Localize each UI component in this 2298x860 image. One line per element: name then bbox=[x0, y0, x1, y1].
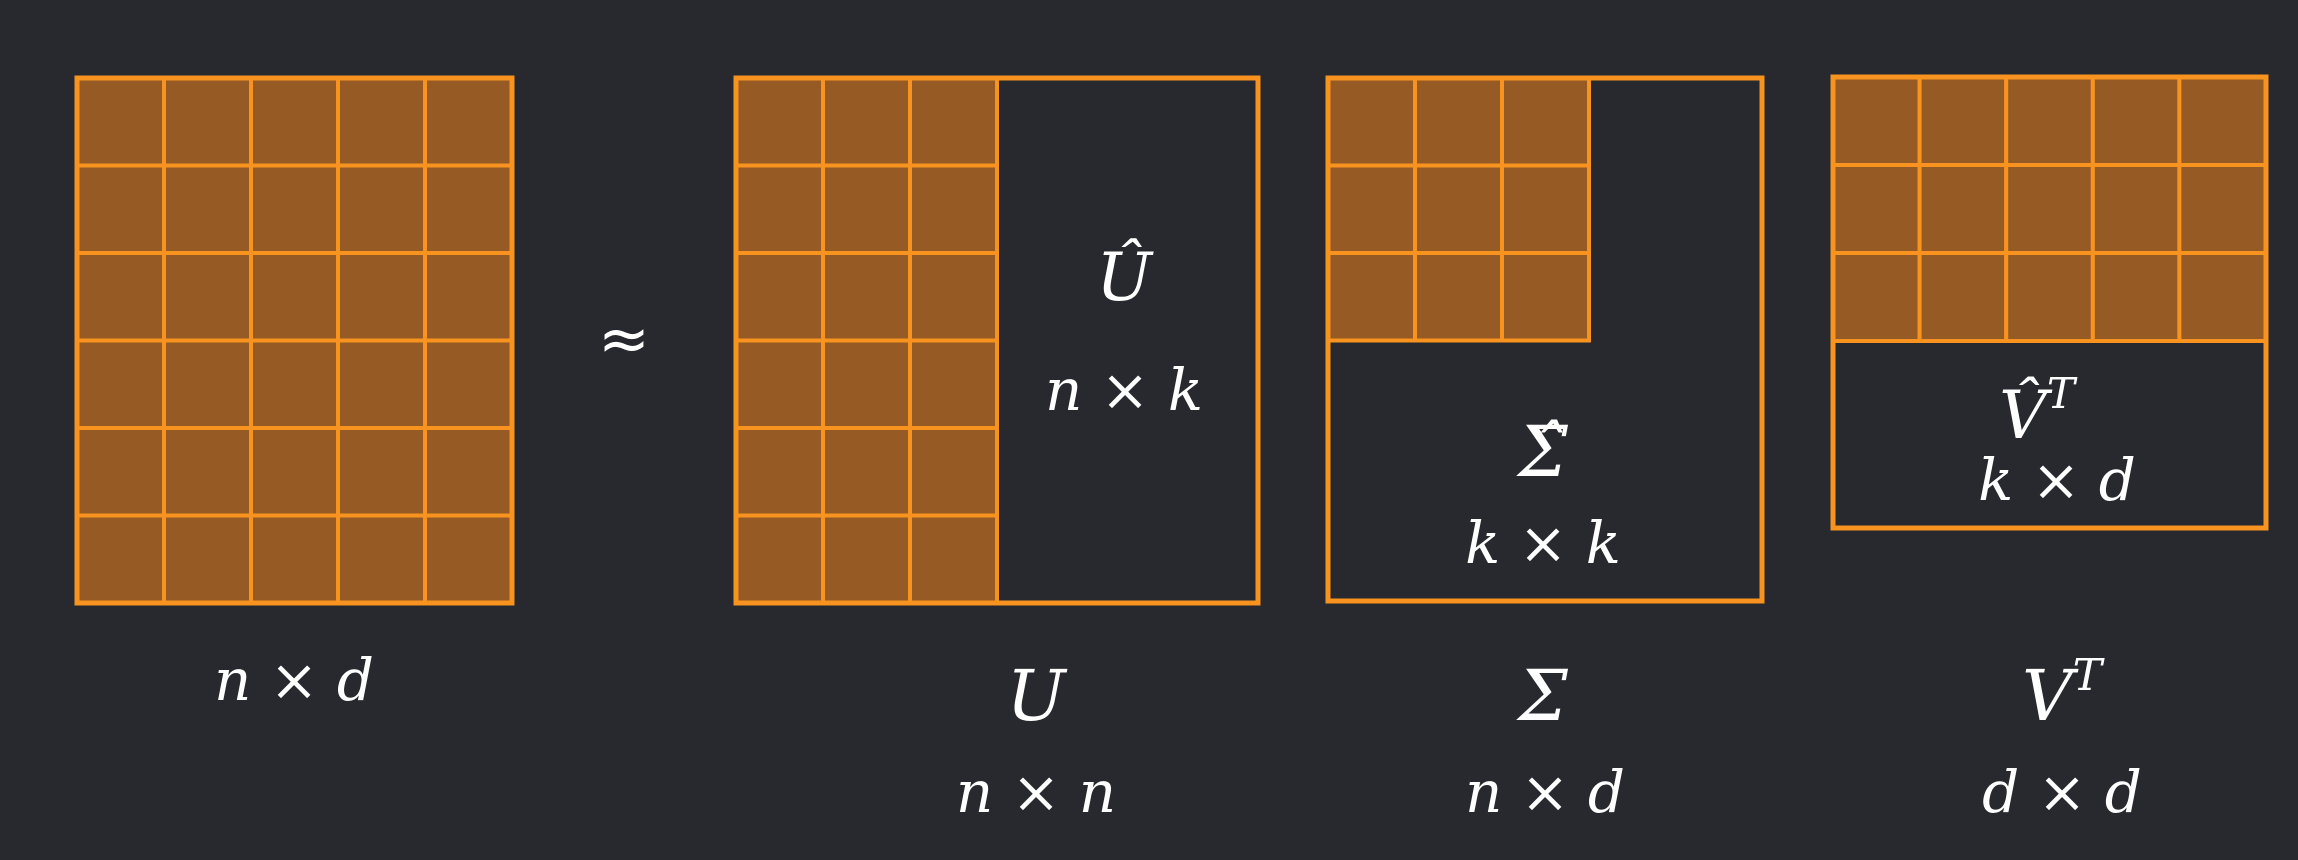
matrix-u-name: U bbox=[1007, 655, 1068, 737]
matrix-a-cell bbox=[249, 513, 340, 605]
matrix-sigma-filled-grid bbox=[1326, 76, 1591, 343]
matrix-u-cell bbox=[734, 513, 825, 605]
matrix-vt-cell bbox=[1831, 75, 1922, 167]
matrix-a-cell bbox=[75, 251, 166, 343]
matrix-a-cell bbox=[423, 338, 514, 430]
matrix-vt-cell bbox=[2177, 163, 2268, 255]
matrix-a-cell bbox=[249, 338, 340, 430]
matrix-a-cell bbox=[162, 163, 253, 255]
matrix-vt-base: V bbox=[2022, 655, 2079, 737]
matrix-u-cell bbox=[908, 76, 999, 168]
matrix-vt-cell bbox=[1831, 163, 1922, 255]
matrix-sigma-cell bbox=[1500, 163, 1591, 255]
matrix-sigma-cell bbox=[1326, 163, 1417, 255]
matrix-vt-hat-dim: k × d bbox=[1978, 446, 2136, 514]
matrix-u-cell bbox=[734, 426, 825, 518]
matrix-sigma-cell bbox=[1413, 76, 1504, 168]
matrix-vt-cell bbox=[2004, 251, 2095, 343]
matrix-sigma-dim-label: n × d bbox=[1465, 758, 1625, 826]
matrix-u-cell bbox=[821, 338, 912, 430]
matrix-vt-cell bbox=[2090, 75, 2182, 167]
matrix-vt-cell bbox=[2004, 163, 2095, 255]
matrix-sigma-hat-name: Σ̂ bbox=[1515, 411, 1568, 493]
matrix-u-cell bbox=[908, 251, 999, 343]
matrix-a-cell bbox=[75, 513, 166, 605]
matrix-vt-cell bbox=[1917, 251, 2009, 343]
matrix-vt-hat-sup: T bbox=[2047, 369, 2078, 418]
matrix-u-cell bbox=[734, 76, 825, 168]
matrix-a-cell bbox=[336, 426, 427, 518]
matrix-a-dim-label: n × d bbox=[214, 646, 374, 714]
matrix-sigma-cell bbox=[1500, 251, 1591, 343]
matrix-a-cell bbox=[75, 338, 166, 430]
matrix-a-cell bbox=[423, 251, 514, 343]
matrix-vt-cell bbox=[2177, 75, 2268, 167]
matrix-vt-cell bbox=[1917, 163, 2009, 255]
matrix-vt-sup: T bbox=[2073, 650, 2106, 701]
matrix-u-cell bbox=[734, 251, 825, 343]
matrix-a-cell bbox=[249, 251, 340, 343]
matrix-vt-cell bbox=[2090, 163, 2182, 255]
matrix-vt-filled-grid bbox=[1831, 75, 2268, 343]
matrix-u-hat-name: Û bbox=[1096, 239, 1154, 316]
matrix-vt-cell bbox=[2090, 251, 2182, 343]
matrix-a-cell bbox=[336, 76, 427, 168]
matrix-u-cell bbox=[734, 338, 825, 430]
matrix-vt-cell bbox=[2177, 251, 2268, 343]
matrix-sigma-cell bbox=[1500, 76, 1591, 168]
matrix-u-cell bbox=[908, 338, 999, 430]
matrix-u-cell bbox=[821, 163, 912, 255]
matrix-sigma-name: Σ bbox=[1515, 655, 1568, 737]
matrix-a-grid bbox=[75, 76, 514, 605]
matrix-a-cell bbox=[162, 76, 253, 168]
matrix-u-cell bbox=[908, 426, 999, 518]
matrix-u-cell bbox=[821, 76, 912, 168]
matrix-u-filled-grid bbox=[734, 76, 999, 605]
matrix-u-cell bbox=[908, 513, 999, 605]
matrix-a-cell bbox=[336, 251, 427, 343]
matrix-a-cell bbox=[75, 426, 166, 518]
matrix-u-cell bbox=[821, 251, 912, 343]
matrix-sigma-cell bbox=[1326, 251, 1417, 343]
matrix-a-cell bbox=[249, 426, 340, 518]
matrix-vt-cell bbox=[1917, 75, 2009, 167]
matrix-sigma-hat-dim: k × k bbox=[1465, 509, 1621, 577]
matrix-vt-hat-name: V̂T bbox=[1999, 369, 2078, 454]
matrix-u-cell bbox=[734, 163, 825, 255]
matrix-a-cell bbox=[423, 513, 514, 605]
matrix-vt-hat-base: V̂ bbox=[1999, 377, 2053, 454]
matrix-sigma-cell bbox=[1413, 251, 1504, 343]
matrix-u-hat-dim: n × k bbox=[1045, 356, 1203, 424]
matrix-a-cell bbox=[162, 251, 253, 343]
matrix-u-cell bbox=[821, 426, 912, 518]
matrix-vt-dim-label: d × d bbox=[1982, 758, 2142, 826]
matrix-a-cell bbox=[249, 76, 340, 168]
matrix-a-cell bbox=[162, 426, 253, 518]
matrix-a-cell bbox=[75, 76, 166, 168]
matrix-a-cell bbox=[162, 513, 253, 605]
matrix-a-cell bbox=[423, 163, 514, 255]
matrix-sigma-cell bbox=[1326, 76, 1417, 168]
matrix-u-cell bbox=[908, 163, 999, 255]
approx-symbol: ≈ bbox=[598, 302, 650, 375]
matrix-a-cell bbox=[336, 513, 427, 605]
matrix-a-cell bbox=[336, 338, 427, 430]
matrix-vt-cell bbox=[1831, 251, 1922, 343]
matrix-a-cell bbox=[75, 163, 166, 255]
matrix-a-cell bbox=[162, 338, 253, 430]
matrix-a-cell bbox=[249, 163, 340, 255]
matrix-u-cell bbox=[821, 513, 912, 605]
matrix-u-dim-label: n × n bbox=[956, 758, 1116, 826]
matrix-a-cell bbox=[423, 426, 514, 518]
matrix-a-cell bbox=[336, 163, 427, 255]
matrix-vt-name: VT bbox=[2022, 650, 2106, 737]
svd-diagram: n × d ≈ Û n × k U n × n Σ̂ k × k Σ n × d… bbox=[74, 74, 2269, 826]
matrix-vt-cell bbox=[2004, 75, 2095, 167]
matrix-sigma-cell bbox=[1413, 163, 1504, 255]
matrix-a-cell bbox=[423, 76, 514, 168]
